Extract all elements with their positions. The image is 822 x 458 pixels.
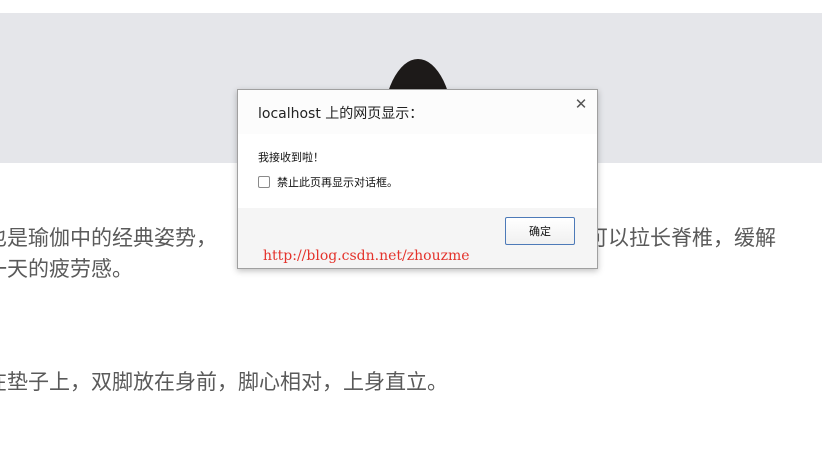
suppress-dialogs-checkbox[interactable]: [258, 176, 270, 188]
alert-dialog: localhost 上的网页显示： ✕ 我接收到啦！ 禁止此页再显示对话框。 确…: [237, 89, 598, 269]
close-icon[interactable]: ✕: [573, 96, 589, 112]
article-text-line-3: 在垫子上，双脚放在身前，脚心相对，上身直立。: [0, 370, 448, 394]
dialog-header: localhost 上的网页显示： ✕: [238, 90, 597, 134]
article-text-line-2: 一天的疲劳感。: [0, 257, 133, 281]
web-page: 也是瑜伽中的经典姿势， 还可以拉长脊椎，缓解 一天的疲劳感。 在垫子上，双脚放在…: [0, 0, 822, 458]
suppress-dialogs-label[interactable]: 禁止此页再显示对话框。: [277, 174, 398, 190]
article-text-line-1: 也是瑜伽中的经典姿势，: [0, 226, 217, 250]
suppress-dialogs-row[interactable]: 禁止此页再显示对话框。: [258, 174, 398, 190]
dialog-title: localhost 上的网页显示：: [258, 106, 424, 122]
dialog-body: 我接收到啦！ 禁止此页再显示对话框。: [238, 134, 597, 208]
watermark-url: http://blog.csdn.net/zhouzme: [263, 248, 470, 264]
ok-button[interactable]: 确定: [505, 217, 575, 245]
dialog-message: 我接收到啦！: [258, 151, 324, 164]
